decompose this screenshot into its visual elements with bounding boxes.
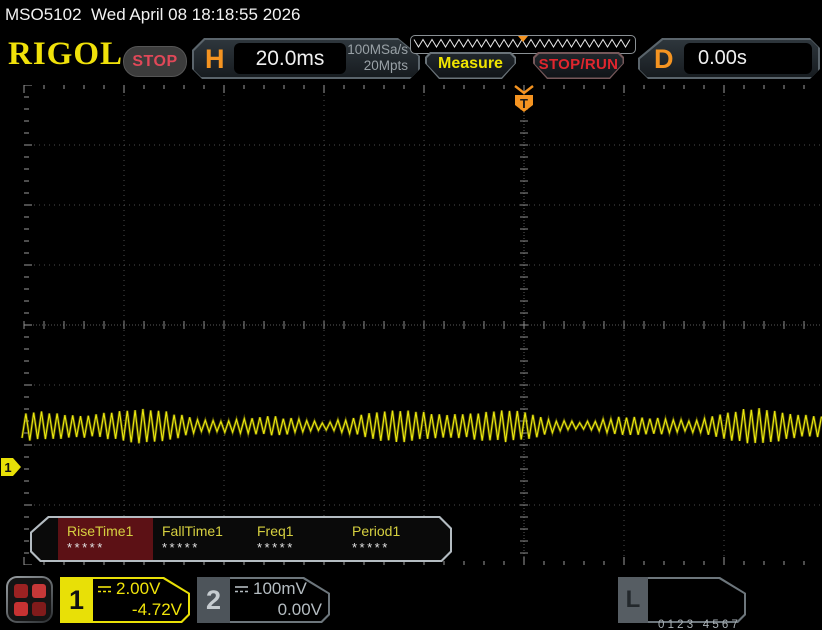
logic-analyzer-badge[interactable]: L 0 1 2 3 4 5 6 7 8 9 10 11 12 13 14 15 — [618, 577, 746, 623]
dc-coupling-icon — [97, 584, 112, 594]
channel1-scale: 2.00V — [116, 579, 160, 599]
channel1-ground-marker[interactable]: 1 — [1, 458, 21, 476]
channel2-offset: 0.00V — [234, 600, 322, 620]
measurement-panel: RiseTime1 ***** FallTime1 ***** Freq1 **… — [30, 516, 452, 562]
run-state-badge: STOP — [123, 46, 187, 77]
grid-lines — [24, 85, 822, 565]
channel1-marker-label: 1 — [4, 460, 11, 475]
dc-coupling-icon — [234, 584, 249, 594]
horizontal-panel-body: H 20.0ms 100MSa/s 20Mpts — [194, 40, 418, 77]
sample-rate: 100MSa/s — [347, 42, 408, 58]
delay-value[interactable]: 0.00s — [684, 43, 812, 74]
logic-label: L — [618, 577, 648, 623]
measurement-value: ***** — [257, 540, 343, 555]
preview-trigger-position-icon[interactable] — [518, 36, 528, 42]
measure-button-label: Measure — [438, 55, 503, 76]
measurement-label: RiseTime1 — [67, 523, 153, 539]
stop-run-button-label: STOP/RUN — [539, 56, 619, 76]
status-bar: MSO5102 Wed April 08 18:18:55 2026 — [5, 5, 301, 25]
menu-button[interactable] — [6, 576, 53, 623]
measurement-label: Freq1 — [257, 523, 343, 539]
measurement-falltime[interactable]: FallTime1 ***** — [153, 518, 248, 560]
trigger-label: T — [520, 96, 528, 111]
channel2-scale: 100mV — [253, 579, 307, 599]
channel2-number: 2 — [197, 577, 230, 623]
model-name: MSO5102 — [5, 5, 82, 24]
channel1-offset: -4.72V — [97, 600, 182, 620]
delay-panel-body: D 0.00s — [640, 40, 818, 77]
waveform-preview-strip[interactable] — [410, 35, 636, 54]
horizontal-label: H — [205, 44, 225, 75]
measure-button[interactable]: Measure — [425, 52, 516, 79]
measurement-label: FallTime1 — [162, 523, 248, 539]
sample-rate-info: 100MSa/s 20Mpts — [347, 42, 408, 74]
measurement-period[interactable]: Period1 ***** — [343, 518, 438, 560]
rigol-logo: RIGOL — [8, 38, 123, 71]
datetime: Wed April 08 18:18:55 2026 — [91, 5, 301, 24]
timebase-value[interactable]: 20.0ms — [234, 43, 346, 74]
measurement-risetime[interactable]: RiseTime1 ***** — [58, 518, 153, 560]
channel1-number: 1 — [60, 577, 93, 623]
menu-grid-icon — [8, 578, 51, 621]
measurement-freq[interactable]: Freq1 ***** — [248, 518, 343, 560]
memory-depth: 20Mpts — [347, 58, 408, 74]
channel2-badge[interactable]: 2 100mV 0.00V — [197, 577, 330, 623]
channel1-badge[interactable]: 1 2.00V -4.72V — [60, 577, 190, 623]
delay-label: D — [654, 44, 674, 75]
measurement-label: Period1 — [352, 523, 438, 539]
measurement-value: ***** — [352, 540, 438, 555]
measurement-value: ***** — [162, 540, 248, 555]
stop-run-button[interactable]: STOP/RUN — [533, 52, 624, 79]
graticule: T 1 — [0, 85, 822, 565]
delay-panel[interactable]: D 0.00s — [638, 38, 820, 79]
oscilloscope-screen: MSO5102 Wed April 08 18:18:55 2026 RIGOL… — [0, 0, 822, 630]
measurement-value: ***** — [67, 540, 153, 555]
logic-channels-row1: 0 1 2 3 4 5 6 7 — [658, 617, 746, 630]
run-state-label: STOP — [132, 53, 177, 71]
horizontal-panel[interactable]: H 20.0ms 100MSa/s 20Mpts — [192, 38, 420, 79]
